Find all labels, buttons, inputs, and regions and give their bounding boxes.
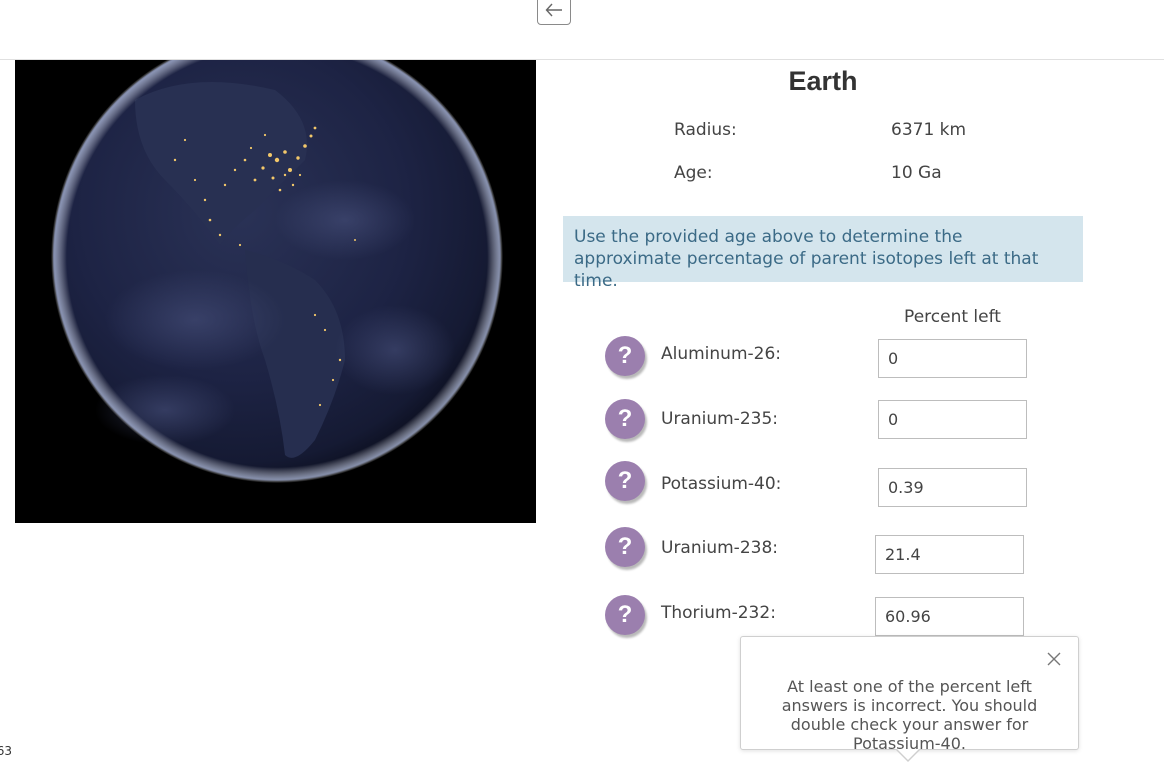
isotope-label: Uranium-235: <box>661 409 778 429</box>
percent-input-potassium-40[interactable] <box>878 468 1027 507</box>
question-icon: ? <box>617 601 633 628</box>
isotope-label: Uranium-238: <box>661 538 778 558</box>
age-label: Age: <box>674 163 713 183</box>
top-bar <box>0 0 1164 60</box>
help-button-uranium-235[interactable]: ? <box>605 399 645 439</box>
arrow-left-icon <box>545 3 562 16</box>
percent-left-header: Percent left <box>904 307 1001 327</box>
help-button-thorium-232[interactable]: ? <box>605 595 645 635</box>
question-icon: ? <box>617 405 633 432</box>
planet-title: Earth <box>788 66 858 96</box>
corner-number: 63 <box>0 744 12 758</box>
back-button[interactable] <box>537 0 571 25</box>
isotope-label: Aluminum-26: <box>661 344 782 364</box>
question-icon: ? <box>617 533 633 560</box>
age-value: 10 Ga <box>891 163 942 183</box>
radius-value: 6371 km <box>891 120 967 140</box>
percent-input-uranium-238[interactable] <box>875 535 1024 574</box>
percent-input-uranium-235[interactable] <box>878 400 1027 439</box>
help-button-potassium-40[interactable]: ? <box>605 461 645 501</box>
close-icon <box>1047 652 1061 666</box>
percent-input-aluminum-26[interactable] <box>878 339 1027 378</box>
radius-label: Radius: <box>674 120 737 140</box>
help-button-uranium-238[interactable]: ? <box>605 527 645 567</box>
close-button[interactable] <box>1044 649 1064 669</box>
isotope-label: Thorium-232: <box>661 603 776 623</box>
instructions-box: Use the provided age above to determine … <box>563 216 1083 291</box>
feedback-message: At least one of the percent left answers… <box>781 677 1038 753</box>
percent-input-thorium-232[interactable] <box>875 597 1024 636</box>
tooltip-pointer <box>897 749 919 760</box>
question-icon: ? <box>617 467 633 494</box>
feedback-tooltip: At least one of the percent left answers… <box>740 636 1079 762</box>
isotope-label: Potassium-40: <box>661 474 782 494</box>
earth-night-image <box>15 60 536 523</box>
question-icon: ? <box>617 342 633 369</box>
help-button-aluminum-26[interactable]: ? <box>605 336 645 376</box>
